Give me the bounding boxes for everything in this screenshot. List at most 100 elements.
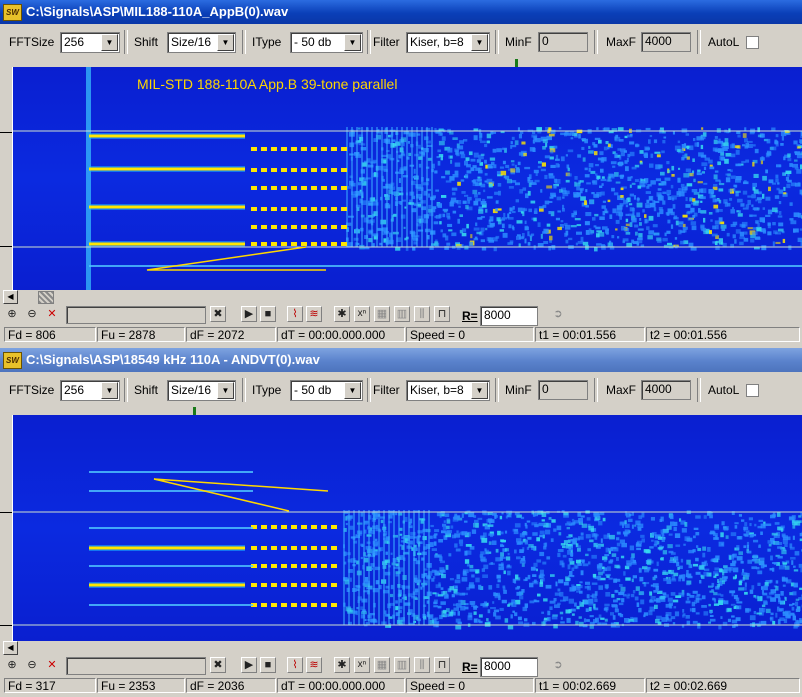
chevron-down-icon[interactable]: ▼ bbox=[217, 382, 234, 399]
horizontal-scrollbar[interactable]: ◀ bbox=[0, 290, 802, 304]
scroll-left-icon[interactable]: ◀ bbox=[3, 290, 18, 304]
spectrum-speckle bbox=[586, 517, 591, 521]
chevron-down-icon[interactable]: ▼ bbox=[471, 382, 488, 399]
zoom-slider[interactable] bbox=[66, 657, 206, 675]
maxf-field[interactable]: 4000 bbox=[641, 32, 691, 52]
scroll-left-icon[interactable]: ◀ bbox=[3, 641, 18, 655]
dashed-tone bbox=[301, 225, 307, 229]
chevron-down-icon[interactable]: ▼ bbox=[101, 382, 118, 399]
marker-icon[interactable]: ✱ bbox=[334, 306, 350, 322]
spectrum-icon[interactable]: ⌇ bbox=[287, 657, 303, 673]
itype-select[interactable]: - 50 db ▼ bbox=[290, 32, 363, 53]
spectrum-speckle bbox=[598, 571, 603, 576]
cross-icon[interactable]: ✖ bbox=[210, 657, 226, 673]
maxf-field[interactable]: 4000 bbox=[641, 380, 691, 400]
stop-icon[interactable]: ■ bbox=[260, 306, 276, 322]
bars-icon[interactable]: ▥ bbox=[394, 657, 410, 673]
horizontal-scrollbar[interactable]: ◀ bbox=[0, 641, 802, 655]
spectrum-speckle bbox=[608, 577, 613, 580]
chevron-down-icon[interactable]: ▼ bbox=[101, 34, 118, 51]
spectrum-speckle bbox=[515, 182, 520, 186]
dashed-tone bbox=[251, 546, 257, 550]
cross-icon[interactable]: ✖ bbox=[210, 306, 226, 322]
spectrogram-view[interactable]: MIL-STD 188-110A App.B 39-tone parallel bbox=[12, 67, 802, 290]
preamble-tone bbox=[89, 242, 245, 246]
go-icon[interactable]: ➲ bbox=[550, 657, 566, 673]
zoom-in-icon[interactable]: ⊕ bbox=[4, 306, 20, 322]
title-bar[interactable]: SW C:\Signals\ASP\MIL188-110A_AppB(0).wa… bbox=[0, 0, 802, 24]
comb-icon[interactable]: ⫼ bbox=[414, 306, 430, 322]
spectrum-speckle bbox=[549, 600, 556, 604]
waterfall-icon[interactable]: ≋ bbox=[306, 306, 322, 322]
go-icon[interactable]: ➲ bbox=[550, 306, 566, 322]
status-dt: dT = 00:00.000.000 bbox=[277, 327, 405, 342]
dashed-tone bbox=[311, 525, 317, 529]
pulse-icon[interactable]: ⊓ bbox=[434, 306, 450, 322]
zoom-slider[interactable] bbox=[66, 306, 206, 324]
bars-icon[interactable]: ▥ bbox=[394, 306, 410, 322]
spectrum-speckle bbox=[639, 161, 643, 165]
spectrogram-canvas[interactable] bbox=[13, 67, 802, 290]
chevron-down-icon[interactable]: ▼ bbox=[217, 34, 234, 51]
spectrogram-canvas[interactable] bbox=[13, 415, 802, 641]
marker-icon[interactable]: ✱ bbox=[334, 657, 350, 673]
chevron-down-icon[interactable]: ▼ bbox=[471, 34, 488, 51]
r-field[interactable]: 8000 bbox=[480, 657, 538, 677]
chevron-down-icon[interactable]: ▼ bbox=[344, 34, 361, 51]
shift-select[interactable]: Size/16 ▼ bbox=[167, 32, 236, 53]
spectrum-speckle bbox=[390, 593, 394, 598]
play-icon[interactable]: ▶ bbox=[241, 306, 257, 322]
status-df: dF = 2036 bbox=[186, 678, 276, 693]
stop-icon[interactable]: ■ bbox=[260, 657, 276, 673]
filter-select[interactable]: Kiser, b=8 ▼ bbox=[406, 380, 490, 401]
frequency-marker[interactable] bbox=[515, 59, 518, 67]
minf-field[interactable]: 0 bbox=[538, 380, 588, 400]
comb-icon[interactable]: ⫼ bbox=[414, 657, 430, 673]
spectrum-speckle bbox=[433, 221, 439, 225]
spectrum-speckle bbox=[722, 526, 729, 531]
itype-select[interactable]: - 50 db ▼ bbox=[290, 380, 363, 401]
power-icon[interactable]: xⁿ bbox=[354, 306, 370, 322]
filter-icon[interactable]: ▦ bbox=[374, 657, 390, 673]
shift-select[interactable]: Size/16 ▼ bbox=[167, 380, 236, 401]
spectrum-speckle bbox=[533, 567, 537, 571]
spectrum-speckle bbox=[711, 558, 718, 562]
power-icon[interactable]: xⁿ bbox=[354, 657, 370, 673]
spectrum-speckle bbox=[506, 178, 512, 184]
pulse-icon[interactable]: ⊓ bbox=[434, 657, 450, 673]
r-field[interactable]: 8000 bbox=[480, 306, 538, 326]
spectrum-speckle bbox=[670, 184, 674, 189]
spectrum-icon[interactable]: ⌇ bbox=[287, 306, 303, 322]
zoom-out-icon[interactable]: ⊖ bbox=[24, 306, 40, 322]
autol-checkbox[interactable] bbox=[746, 36, 759, 49]
filter-icon[interactable]: ▦ bbox=[374, 306, 390, 322]
spectrum-speckle bbox=[692, 620, 698, 624]
spectrum-speckle bbox=[789, 603, 793, 607]
dashed-tone bbox=[281, 583, 287, 587]
zoom-in-icon[interactable]: ⊕ bbox=[4, 657, 20, 673]
filter-select[interactable]: Kiser, b=8 ▼ bbox=[406, 32, 490, 53]
play-icon[interactable]: ▶ bbox=[241, 657, 257, 673]
spectrum-speckle bbox=[743, 545, 747, 548]
spectrum-speckle bbox=[464, 194, 469, 197]
spectrum-speckle bbox=[492, 148, 497, 153]
zoom-reset-icon[interactable]: ✕ bbox=[44, 657, 60, 673]
minf-field[interactable]: 0 bbox=[538, 32, 588, 52]
zoom-reset-icon[interactable]: ✕ bbox=[44, 306, 60, 322]
waterfall-icon[interactable]: ≋ bbox=[306, 657, 322, 673]
spectrum-speckle bbox=[544, 542, 548, 547]
zoom-out-icon[interactable]: ⊖ bbox=[24, 657, 40, 673]
spectrogram-view[interactable] bbox=[12, 415, 802, 641]
autol-checkbox[interactable] bbox=[746, 384, 759, 397]
spectrum-speckle bbox=[583, 618, 587, 623]
spectrum-speckle bbox=[695, 532, 700, 536]
scroll-thumb[interactable] bbox=[38, 291, 54, 304]
spectrum-speckle bbox=[476, 159, 482, 163]
spectrum-speckle bbox=[657, 547, 664, 550]
fftsize-select[interactable]: 256 ▼ bbox=[60, 32, 120, 53]
spectrum-speckle bbox=[725, 535, 729, 539]
chevron-down-icon[interactable]: ▼ bbox=[344, 382, 361, 399]
frequency-marker[interactable] bbox=[193, 407, 196, 415]
fftsize-select[interactable]: 256 ▼ bbox=[60, 380, 120, 401]
title-bar[interactable]: SW C:\Signals\ASP\18549 kHz 110A - ANDVT… bbox=[0, 348, 802, 372]
